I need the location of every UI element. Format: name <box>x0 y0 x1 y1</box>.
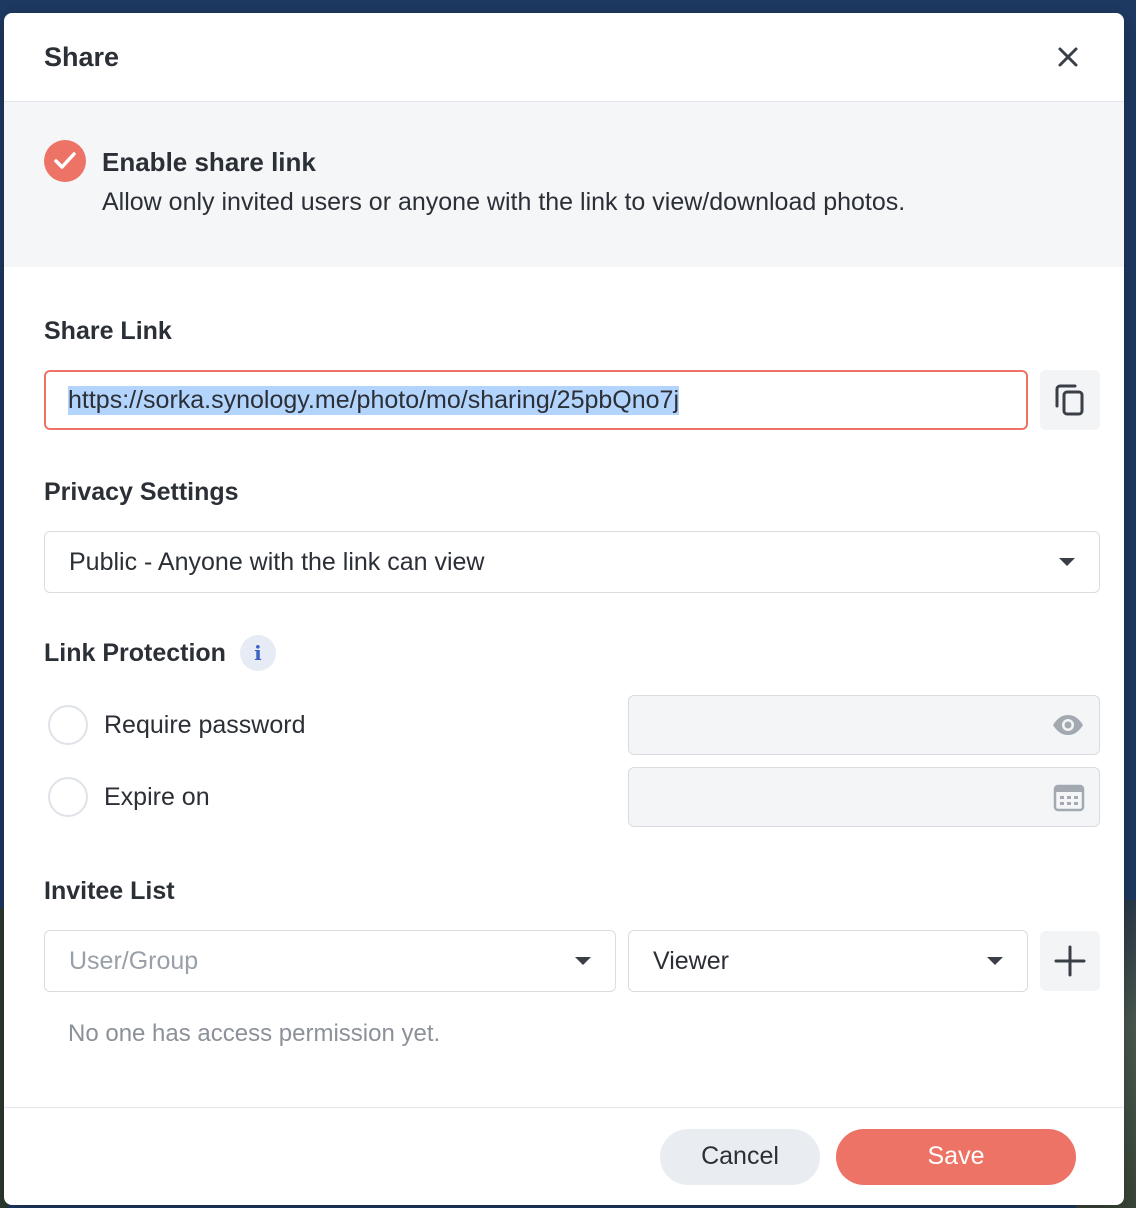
link-protection-header: Link Protection i <box>44 635 1100 671</box>
dialog-header: Share <box>4 13 1124 102</box>
dialog-title: Share <box>44 41 120 72</box>
password-input[interactable] <box>628 695 1100 755</box>
require-password-label: Require password <box>104 710 306 739</box>
expire-option[interactable]: Expire on <box>44 777 210 817</box>
share-link-label: Share Link <box>44 317 172 345</box>
expire-date-input[interactable] <box>628 767 1100 827</box>
enable-share-title: Enable share link <box>102 147 316 177</box>
dialog-footer: Cancel Save <box>4 1107 1124 1205</box>
copy-icon <box>1055 384 1084 416</box>
chevron-down-icon <box>1059 558 1075 566</box>
privacy-select[interactable]: Public - Anyone with the link can view <box>44 531 1100 593</box>
expire-label: Expire on <box>104 782 210 811</box>
chevron-down-icon <box>987 957 1003 965</box>
link-protection-label: Link Protection <box>44 638 226 667</box>
chevron-down-icon <box>575 957 591 965</box>
share-link-value: https://sorka.synology.me/photo/mo/shari… <box>68 385 679 415</box>
role-selected-value: Viewer <box>653 946 729 975</box>
enable-share-section: Enable share link Allow only invited use… <box>4 102 1124 267</box>
privacy-settings-label: Privacy Settings <box>44 478 239 506</box>
require-password-option[interactable]: Require password <box>44 705 306 745</box>
check-icon <box>54 152 76 169</box>
invitee-row: User/Group Viewer <box>44 930 1100 992</box>
expire-row: Expire on <box>44 767 1100 827</box>
expire-checkbox[interactable] <box>48 777 88 817</box>
share-link-input[interactable]: https://sorka.synology.me/photo/mo/shari… <box>44 370 1028 430</box>
enable-share-description: Allow only invited users or anyone with … <box>102 188 906 216</box>
invitee-list-label: Invitee List <box>44 877 175 905</box>
cancel-button[interactable]: Cancel <box>660 1128 820 1185</box>
share-link-row: https://sorka.synology.me/photo/mo/shari… <box>44 370 1100 430</box>
role-select[interactable]: Viewer <box>628 930 1028 992</box>
dialog-body: Share Link https://sorka.synology.me/pho… <box>4 317 1124 1048</box>
require-password-checkbox[interactable] <box>48 705 88 745</box>
empty-invitees-message: No one has access permission yet. <box>68 1020 441 1047</box>
close-icon <box>1058 47 1078 67</box>
require-password-row: Require password <box>44 695 1100 755</box>
save-button[interactable]: Save <box>836 1128 1076 1185</box>
user-group-select[interactable]: User/Group <box>44 930 616 992</box>
user-group-placeholder: User/Group <box>69 946 199 975</box>
calendar-icon[interactable] <box>1053 782 1085 812</box>
privacy-selected-value: Public - Anyone with the link can view <box>69 547 485 576</box>
add-invitee-button[interactable] <box>1040 931 1100 991</box>
plus-icon <box>1054 945 1086 977</box>
eye-icon[interactable] <box>1051 714 1085 736</box>
copy-link-button[interactable] <box>1040 370 1100 430</box>
info-icon[interactable]: i <box>239 635 276 671</box>
share-dialog: Share Enable share link Allow only invit… <box>4 13 1124 1205</box>
enable-share-checkbox[interactable] <box>44 140 86 182</box>
close-button[interactable] <box>1048 37 1088 77</box>
